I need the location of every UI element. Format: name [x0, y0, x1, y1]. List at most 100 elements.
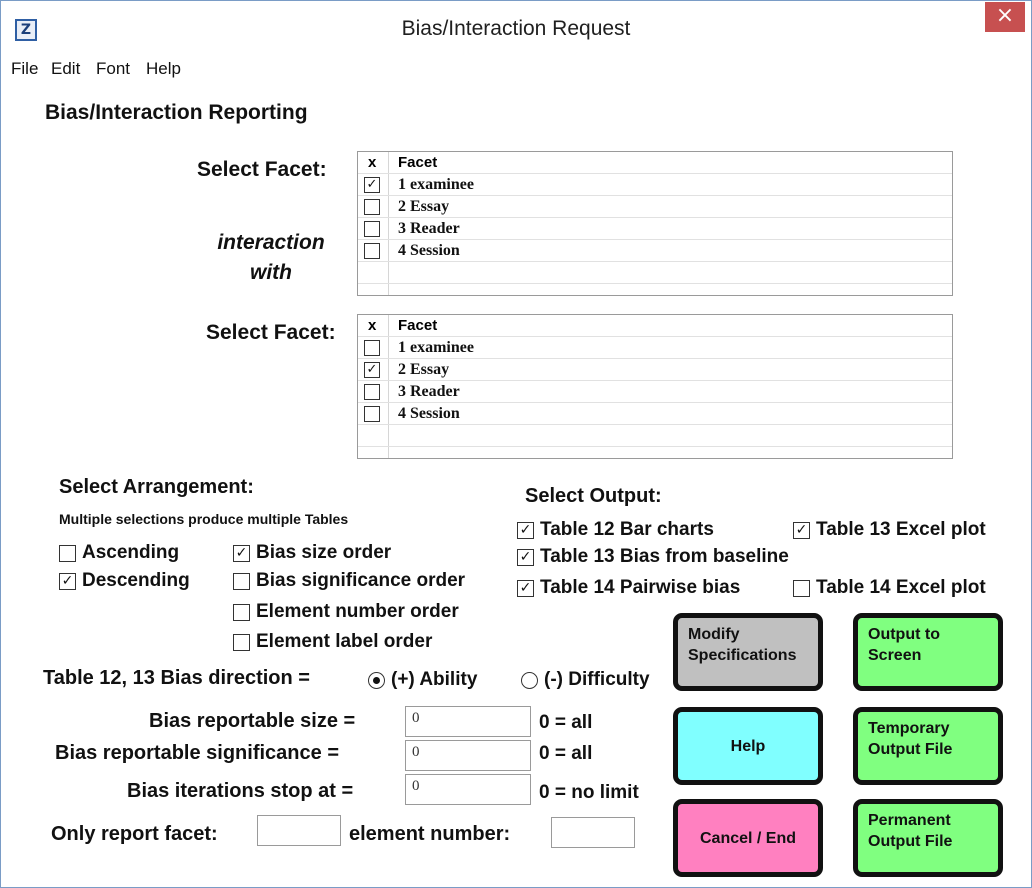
- checkbox-box[interactable]: ✓: [793, 521, 810, 539]
- facet-name: 4 Session: [398, 242, 460, 259]
- element-number-input[interactable]: [551, 817, 635, 848]
- difficulty-radio[interactable]: (-) Difficulty: [521, 669, 650, 691]
- bias-iterations-input[interactable]: 0: [405, 774, 531, 805]
- facet-2-row[interactable]: ✓ 2 Essay: [358, 359, 952, 381]
- arrangement-title: Select Arrangement:: [59, 476, 254, 498]
- checkbox-label: Table 14 Pairwise bias: [540, 577, 741, 598]
- grid-header: x Facet: [358, 152, 952, 174]
- facet-1-grid: x Facet ✓ 1 examinee 2 Essay 3 Reader 4 …: [357, 151, 953, 296]
- only-report-facet-label: Only report facet:: [51, 823, 218, 845]
- only-report-facet-input[interactable]: [257, 815, 341, 846]
- table-14-pairwise-bias-checkbox[interactable]: ✓ Table 14 Pairwise bias: [517, 577, 740, 599]
- cancel-end-button[interactable]: Cancel / End: [673, 799, 823, 877]
- checkbox-box[interactable]: ✓: [517, 521, 534, 539]
- facet-2-row[interactable]: 4 Session: [358, 403, 952, 425]
- checkbox-label: Bias size order: [256, 542, 392, 563]
- bias-size-order-checkbox[interactable]: ✓ Bias size order: [233, 542, 391, 564]
- facet-2-empty-row: [358, 425, 952, 447]
- bias-iterations-hint: 0 = no limit: [539, 782, 639, 803]
- checkbox-label: Descending: [82, 570, 190, 591]
- checkbox-box[interactable]: ✓: [59, 572, 76, 590]
- menu-bar: File Edit Font Help: [1, 59, 1031, 83]
- checkbox-box[interactable]: [793, 579, 810, 597]
- table-13-excel-plot-checkbox[interactable]: ✓ Table 13 Excel plot: [793, 519, 986, 541]
- menu-file[interactable]: File: [11, 59, 38, 79]
- permanent-output-file-button[interactable]: Permanent Output File: [853, 799, 1003, 877]
- section-title: Bias/Interaction Reporting: [45, 101, 308, 124]
- facet-name: 1 examinee: [398, 339, 474, 356]
- bias-size-hint: 0 = all: [539, 712, 593, 733]
- checkbox-label: Bias significance order: [256, 570, 466, 591]
- facet-checkbox[interactable]: [364, 243, 380, 259]
- facet-checkbox[interactable]: [364, 384, 380, 400]
- facet-name: 1 examinee: [398, 176, 474, 193]
- bias-iterations-label: Bias iterations stop at =: [127, 780, 354, 802]
- table-12-bar-charts-checkbox[interactable]: ✓ Table 12 Bar charts: [517, 519, 714, 541]
- checkbox-box[interactable]: ✓: [233, 544, 250, 562]
- temporary-output-file-button[interactable]: Temporary Output File: [853, 707, 1003, 785]
- menu-font[interactable]: Font: [96, 59, 130, 79]
- checkbox-label: Table 13 Excel plot: [816, 519, 986, 540]
- checkbox-label: Table 13 Bias from baseline: [540, 546, 789, 567]
- grid-col-x: x: [368, 154, 377, 171]
- checkbox-label: Table 12 Bar charts: [540, 519, 714, 540]
- output-to-screen-button[interactable]: Output to Screen: [853, 613, 1003, 691]
- facet-1-row[interactable]: 3 Reader: [358, 218, 952, 240]
- bias-size-input[interactable]: 0: [405, 706, 531, 737]
- checkbox-box[interactable]: [233, 603, 250, 621]
- radio-label: (+) Ability: [391, 669, 478, 690]
- checkbox-box[interactable]: ✓: [517, 579, 534, 597]
- facet-name: 4 Session: [398, 405, 460, 422]
- facet-1-row[interactable]: ✓ 1 examinee: [358, 174, 952, 196]
- modify-specifications-button[interactable]: Modify Specifications: [673, 613, 823, 691]
- arrangement-note: Multiple selections produce multiple Tab…: [59, 511, 349, 527]
- element-label-order-checkbox[interactable]: Element label order: [233, 631, 432, 653]
- checkbox-label: Table 14 Excel plot: [816, 577, 986, 598]
- checkbox-label: Element label order: [256, 631, 433, 652]
- interaction-label: interaction: [217, 231, 325, 254]
- output-title: Select Output:: [525, 485, 662, 507]
- close-button[interactable]: ×: [985, 2, 1025, 32]
- radio-label: (-) Difficulty: [544, 669, 650, 690]
- bias-significance-input[interactable]: 0: [405, 740, 531, 771]
- bias-interaction-window: Z Bias/Interaction Request × File Edit F…: [0, 0, 1032, 888]
- help-button[interactable]: Help: [673, 707, 823, 785]
- radio-dot[interactable]: [368, 671, 385, 689]
- bias-significance-label: Bias reportable significance =: [55, 742, 339, 764]
- table-14-excel-plot-checkbox[interactable]: Table 14 Excel plot: [793, 577, 986, 599]
- facet-checkbox[interactable]: [364, 406, 380, 422]
- facet-checkbox[interactable]: ✓: [364, 177, 380, 193]
- checkbox-label: Ascending: [82, 542, 180, 563]
- menu-edit[interactable]: Edit: [51, 59, 80, 79]
- title-bar: Z Bias/Interaction Request ×: [1, 1, 1031, 59]
- bias-significance-hint: 0 = all: [539, 743, 593, 764]
- table-13-bias-baseline-checkbox[interactable]: ✓ Table 13 Bias from baseline: [517, 546, 789, 568]
- facet-name: 2 Essay: [398, 361, 450, 378]
- with-label: with: [250, 261, 292, 284]
- facet-checkbox[interactable]: [364, 199, 380, 215]
- radio-dot[interactable]: [521, 671, 538, 689]
- facet-name: 2 Essay: [398, 198, 450, 215]
- facet-2-row[interactable]: 1 examinee: [358, 337, 952, 359]
- checkbox-box[interactable]: [59, 544, 76, 562]
- checkbox-box[interactable]: [233, 572, 250, 590]
- facet-2-grid: x Facet 1 examinee ✓ 2 Essay 3 Reader 4 …: [357, 314, 953, 459]
- bias-significance-order-checkbox[interactable]: Bias significance order: [233, 570, 465, 592]
- checkbox-label: Element number order: [256, 601, 459, 622]
- checkbox-box[interactable]: [233, 633, 250, 651]
- ascending-checkbox[interactable]: Ascending: [59, 542, 179, 564]
- grid-header: x Facet: [358, 315, 952, 337]
- descending-checkbox[interactable]: ✓ Descending: [59, 570, 190, 592]
- select-facet-1-label: Select Facet:: [197, 158, 327, 181]
- facet-2-row[interactable]: 3 Reader: [358, 381, 952, 403]
- element-number-label: element number:: [349, 823, 511, 845]
- facet-1-row[interactable]: 2 Essay: [358, 196, 952, 218]
- facet-1-row[interactable]: 4 Session: [358, 240, 952, 262]
- checkbox-box[interactable]: ✓: [517, 548, 534, 566]
- menu-help[interactable]: Help: [146, 59, 181, 79]
- facet-checkbox[interactable]: ✓: [364, 362, 380, 378]
- facet-checkbox[interactable]: [364, 340, 380, 356]
- ability-radio[interactable]: (+) Ability: [368, 669, 477, 691]
- facet-checkbox[interactable]: [364, 221, 380, 237]
- element-number-order-checkbox[interactable]: Element number order: [233, 601, 459, 623]
